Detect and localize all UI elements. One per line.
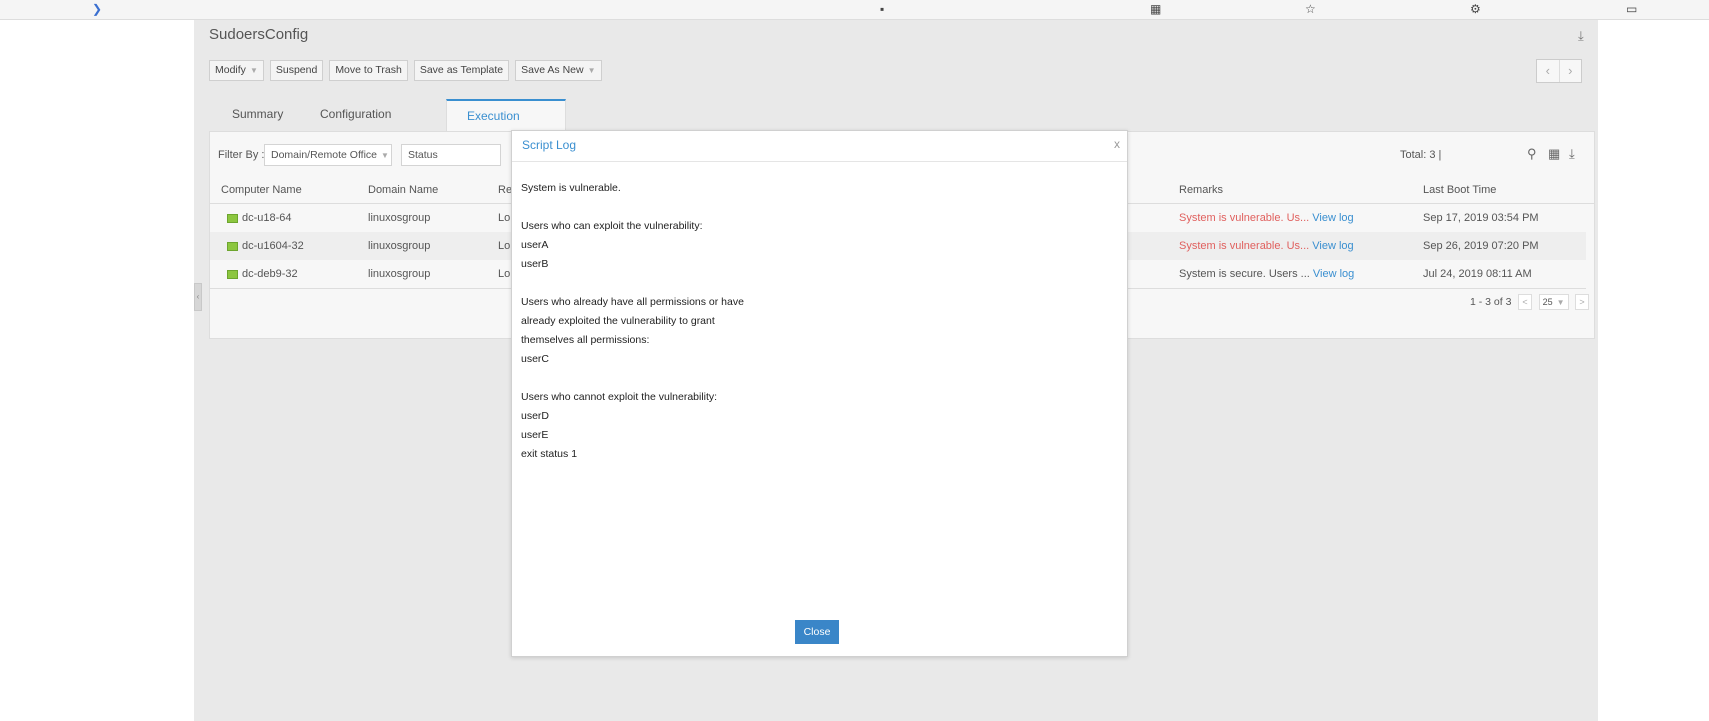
script-log-content: System is vulnerable. Users who can expl… xyxy=(521,179,1111,464)
search-icon[interactable]: ⚲ xyxy=(1527,146,1537,162)
log-line: userB xyxy=(521,258,549,270)
export-icon[interactable]: ⤓ xyxy=(1569,146,1575,162)
last-boot-time: Jul 24, 2019 08:11 AM xyxy=(1423,268,1532,280)
tab-summary[interactable]: Summary xyxy=(212,99,300,131)
computer-icon xyxy=(227,241,238,251)
chevron-right-icon[interactable]: › xyxy=(1558,60,1582,82)
page-title: SudoersConfig xyxy=(209,26,309,43)
close-icon[interactable]: x xyxy=(1114,137,1120,151)
status-filter-select[interactable]: Status xyxy=(401,144,501,166)
extensions-icon[interactable]: ⚙ xyxy=(1470,2,1481,16)
modify-button[interactable]: Modify ▼ xyxy=(209,60,264,81)
log-line: Users who cannot exploit the vulnerabili… xyxy=(521,391,718,403)
view-log-link[interactable]: View log xyxy=(1313,268,1354,280)
log-line: already exploited the vulnerability to g… xyxy=(521,315,715,327)
chevron-down-icon: ▼ xyxy=(587,66,596,75)
filter-label: Filter By : xyxy=(218,149,265,161)
column-header-remote-office[interactable]: Re xyxy=(498,184,512,196)
calendar-icon[interactable]: ▦ xyxy=(1150,2,1161,16)
record-navigation: ‹ › xyxy=(1536,59,1582,83)
pagination: 1 - 3 of 3 < 25 ▼ > xyxy=(1470,294,1589,310)
column-header-remarks[interactable]: Remarks xyxy=(1179,184,1223,196)
remark-text: System is vulnerable. Us... xyxy=(1179,212,1310,224)
log-line: userA xyxy=(521,239,549,251)
sidebar-collapse-handle[interactable]: ‹ xyxy=(194,283,202,311)
close-button[interactable]: Close xyxy=(795,620,839,644)
columns-icon[interactable]: ▦ xyxy=(1548,146,1560,162)
chevron-down-icon: ▼ xyxy=(381,151,389,160)
domain-filter-select[interactable]: Domain/Remote Office ▼ xyxy=(264,144,392,166)
download-icon[interactable]: ⤓ xyxy=(1578,28,1584,44)
log-line: userE xyxy=(521,429,549,441)
save-as-new-button[interactable]: Save As New ▼ xyxy=(515,60,602,81)
remark-text: System is vulnerable. Us... xyxy=(1179,240,1310,252)
view-log-link[interactable]: View log xyxy=(1312,212,1353,224)
log-line: Users who can exploit the vulnerability: xyxy=(521,220,703,232)
page-size-select[interactable]: 25 ▼ xyxy=(1538,294,1569,310)
remote-office: Lo xyxy=(498,268,511,280)
domain-name: linuxosgroup xyxy=(368,240,431,252)
chevron-down-icon: ▼ xyxy=(249,66,258,75)
computer-icon xyxy=(227,269,238,279)
total-count: Total: 3 | xyxy=(1400,149,1442,161)
last-boot-time: Sep 17, 2019 03:54 PM xyxy=(1423,212,1539,224)
save-as-template-button[interactable]: Save as Template xyxy=(413,60,510,81)
prev-page-button[interactable]: < xyxy=(1518,294,1532,310)
log-line: userD xyxy=(521,410,550,422)
tab-configuration-details[interactable]: Configuration Details xyxy=(300,99,446,151)
column-header-domain-name[interactable]: Domain Name xyxy=(368,184,438,196)
dialog-header: Script Log x xyxy=(512,131,1127,162)
action-toolbar: Modify ▼ Suspend Move to Trash Save as Te… xyxy=(209,60,602,81)
last-boot-time: Sep 26, 2019 07:20 PM xyxy=(1423,240,1539,252)
tab-execution-status[interactable]: Execution Status xyxy=(446,99,566,153)
log-line: System is vulnerable. xyxy=(521,182,621,194)
log-line: Users who already have all permissions o… xyxy=(521,296,744,308)
script-log-dialog: Script Log x System is vulnerable. Users… xyxy=(511,130,1128,657)
remote-office: Lo xyxy=(498,212,511,224)
remark-text: System is secure. Users ... xyxy=(1179,268,1310,280)
tab-bar: Summary Configuration Details Execution … xyxy=(212,99,566,153)
remote-office: Lo xyxy=(498,240,511,252)
computer-name[interactable]: dc-u1604-32 xyxy=(242,240,304,252)
nav-forward-icon[interactable]: ❯ xyxy=(92,2,102,16)
chevron-down-icon: ▼ xyxy=(1556,298,1565,307)
chevron-left-icon[interactable]: ‹ xyxy=(1537,60,1559,82)
view-log-link[interactable]: View log xyxy=(1312,240,1353,252)
column-header-last-boot-time[interactable]: Last Boot Time xyxy=(1423,184,1496,196)
computer-name[interactable]: dc-u18-64 xyxy=(242,212,292,224)
domain-name: linuxosgroup xyxy=(368,212,431,224)
log-line: exit status 1 xyxy=(521,448,578,460)
log-line: themselves all permissions: xyxy=(521,334,650,346)
computer-icon xyxy=(227,213,238,223)
star-icon[interactable]: ☆ xyxy=(1305,2,1316,16)
suspend-button[interactable]: Suspend xyxy=(269,60,324,81)
bookmark-icon[interactable]: ▪ xyxy=(880,2,884,16)
log-line: userC xyxy=(521,353,550,365)
move-to-trash-button[interactable]: Move to Trash xyxy=(329,60,408,81)
pagination-range: 1 - 3 of 3 xyxy=(1470,295,1512,308)
domain-name: linuxosgroup xyxy=(368,268,431,280)
window-icon[interactable]: ▭ xyxy=(1626,2,1637,16)
dialog-title: Script Log xyxy=(522,138,577,152)
column-header-computer-name[interactable]: Computer Name xyxy=(221,184,302,196)
next-page-button[interactable]: > xyxy=(1575,294,1589,310)
browser-toolbar: ❯ ▪ ▦ ☆ ⚙ ▭ xyxy=(0,0,1709,20)
computer-name[interactable]: dc-deb9-32 xyxy=(242,268,298,280)
